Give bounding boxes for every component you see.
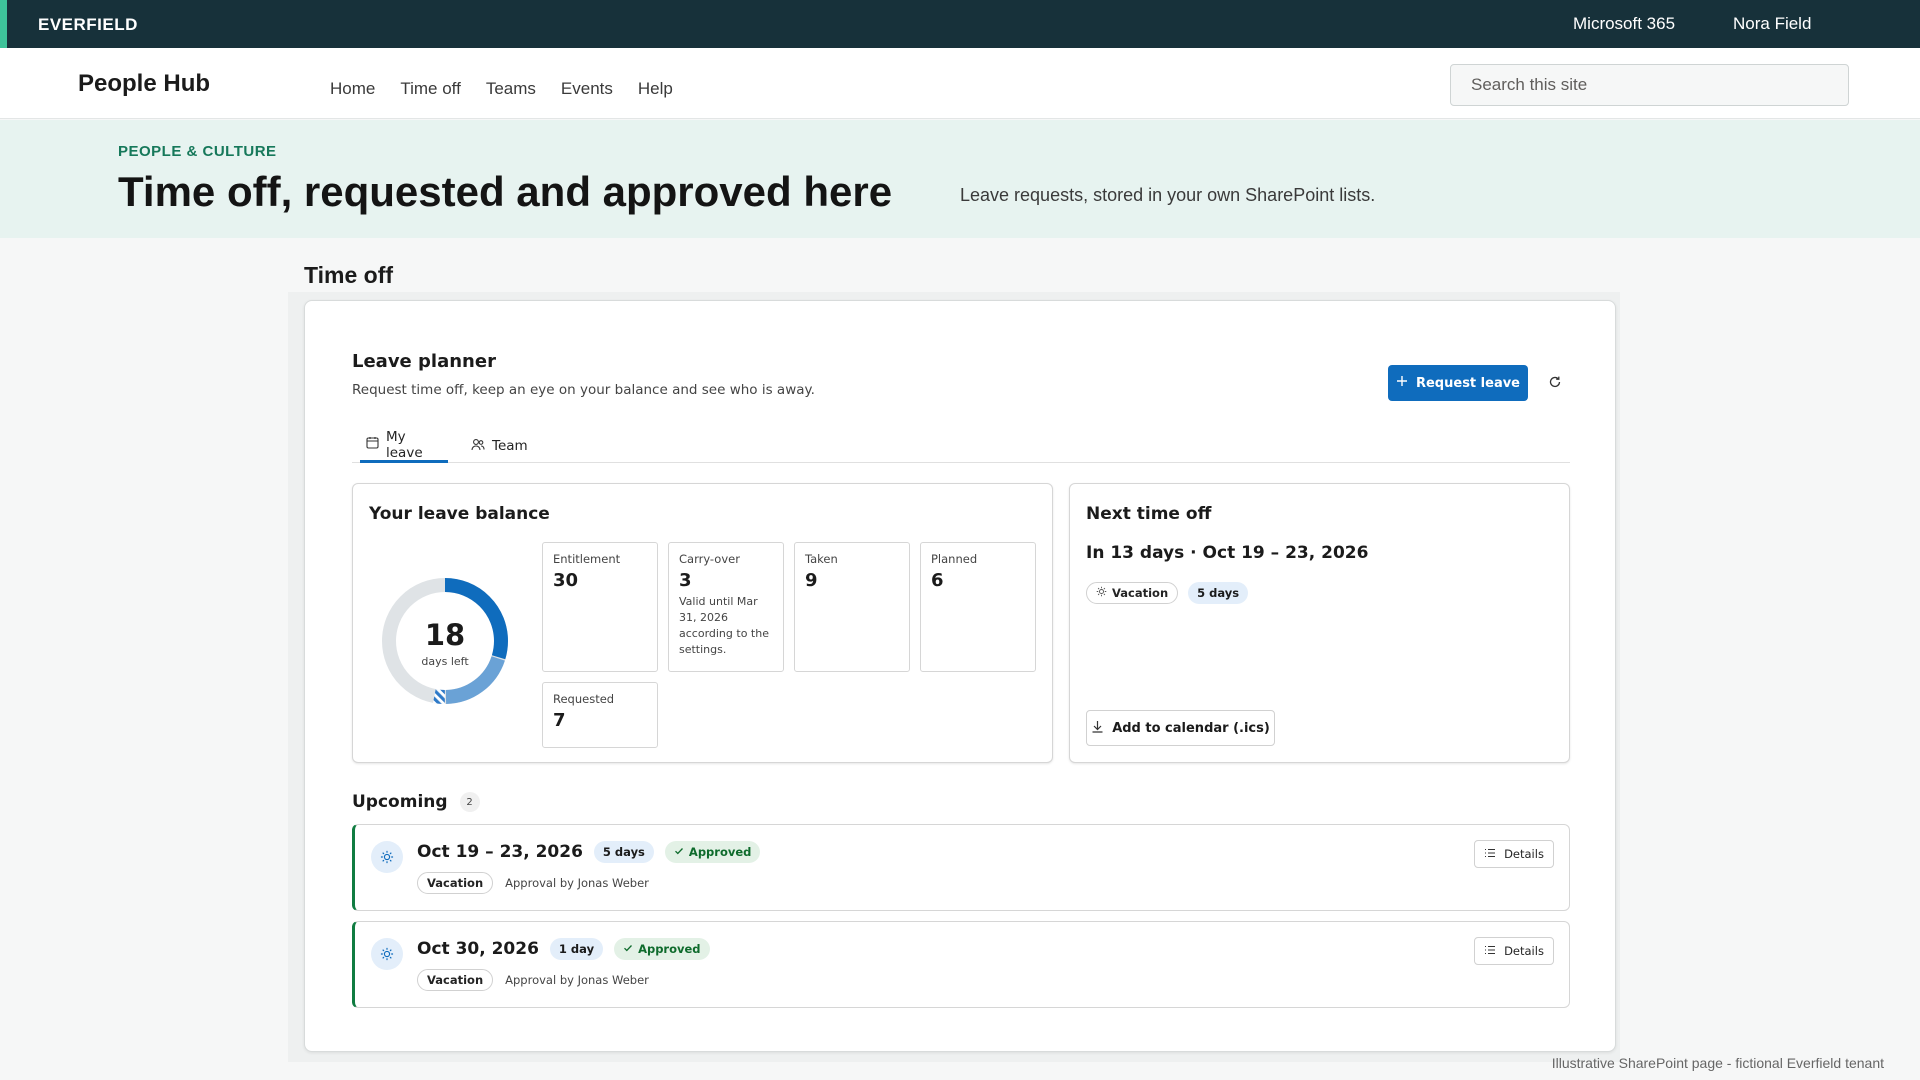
hero-tagline: Leave requests, stored in your own Share…: [960, 185, 1376, 205]
hero-eyebrow: PEOPLE & CULTURE: [118, 143, 277, 160]
hero-headline: Time off, requested and approved here: [118, 168, 893, 215]
duration-chip: 5 days: [1188, 582, 1249, 604]
leave-item-meta: Vacation Approval by Jonas Weber: [417, 872, 649, 894]
people-icon: [471, 438, 485, 455]
stat-entitlement: Entitlement 30: [542, 542, 658, 672]
leave-date: Oct 30, 2026: [417, 939, 539, 959]
details-button[interactable]: Details: [1474, 840, 1554, 868]
leave-type-chip: Vacation: [1086, 582, 1179, 604]
list-icon: [1484, 944, 1496, 958]
sun-icon: [371, 841, 403, 873]
tab-team-label: Team: [492, 438, 528, 454]
leave-item-header: Oct 19 – 23, 2026 5 days Approved: [417, 841, 761, 863]
tab-team[interactable]: Team: [465, 429, 537, 463]
status-badge: Approved: [614, 938, 710, 960]
nav-time-off[interactable]: Time off: [400, 79, 460, 99]
add-to-calendar-label: Add to calendar (.ics): [1112, 720, 1270, 736]
status-badge: Approved: [664, 841, 761, 863]
site-navigation: Home Time off Teams Events Help: [330, 79, 673, 99]
request-leave-button[interactable]: Request leave: [1388, 365, 1528, 401]
search-input[interactable]: [1450, 64, 1849, 106]
tab-my-leave[interactable]: My leave: [360, 429, 448, 463]
leave-item-meta: Vacation Approval by Jonas Weber: [417, 969, 649, 991]
stat-planned: Planned 6: [920, 542, 1036, 672]
leave-date: Oct 19 – 23, 2026: [417, 842, 583, 862]
nav-events[interactable]: Events: [561, 79, 613, 99]
request-leave-label: Request leave: [1415, 375, 1521, 391]
leave-type-chip: Vacation: [417, 872, 494, 894]
refresh-button[interactable]: [1541, 369, 1569, 397]
site-header: People Hub Home Time off Teams Events He…: [0, 48, 1920, 119]
details-label: Details: [1504, 847, 1544, 861]
nav-home[interactable]: Home: [330, 79, 375, 99]
next-time-off-chips: Vacation 5 days: [1086, 582, 1249, 604]
stat-value: 7: [553, 710, 566, 731]
refresh-icon: [1548, 375, 1562, 392]
check-icon: [674, 845, 684, 859]
planner-title: Leave planner: [352, 351, 496, 372]
days-left-label: days left: [421, 655, 469, 668]
leave-balance-card: Your leave balance 18 days left Entitlem…: [352, 483, 1053, 763]
approver-text: Approval by Jonas Weber: [505, 973, 649, 987]
stat-label: Planned: [931, 552, 978, 566]
stat-label: Entitlement: [553, 552, 621, 566]
details-button[interactable]: Details: [1474, 937, 1554, 965]
tab-my-leave-label: My leave: [386, 428, 423, 461]
download-icon: [1091, 720, 1104, 737]
calendar-icon: [366, 436, 379, 453]
planner-subtitle: Request time off, keep an eye on your ba…: [352, 382, 815, 398]
upcoming-leave-item: Oct 30, 2026 1 day Approved Vacation App…: [352, 921, 1570, 1008]
upcoming-leave-item: Oct 19 – 23, 2026 5 days Approved Vacati…: [352, 824, 1570, 911]
site-title[interactable]: People Hub: [78, 70, 210, 98]
details-label: Details: [1504, 944, 1544, 958]
planner-tabs: My leave Team: [352, 429, 1570, 463]
leave-item-header: Oct 30, 2026 1 day Approved: [417, 938, 710, 960]
stat-value: 30: [553, 570, 579, 591]
upcoming-count-badge: 2: [459, 792, 480, 812]
status-label: Approved: [688, 845, 752, 859]
sun-icon: [1096, 586, 1107, 600]
next-time-off-when: In 13 days · Oct 19 – 23, 2026: [1086, 543, 1369, 563]
footer-note: Illustrative SharePoint page - fictional…: [1551, 1055, 1884, 1071]
nav-teams[interactable]: Teams: [486, 79, 536, 99]
duration-chip: 5 days: [593, 841, 654, 863]
sun-icon: [371, 938, 403, 970]
carry-over-note: Valid until Mar 31, 2026 according to th…: [679, 595, 769, 656]
leave-type-label: Vacation: [1112, 586, 1169, 600]
microsoft-365-link[interactable]: Microsoft 365: [1573, 14, 1675, 34]
stat-label: Carry-over: [679, 552, 740, 566]
stat-taken: Taken 9: [794, 542, 910, 672]
leave-planner-webpart: Leave planner Request time off, keep an …: [304, 300, 1616, 1052]
brand-logo[interactable]: EVERFIELD: [38, 15, 138, 35]
suite-bar: EVERFIELD Microsoft 365 Nora Field: [0, 0, 1920, 48]
check-icon: [623, 942, 633, 956]
stat-carry-over: Carry-over 3 Valid until Mar 31, 2026 ac…: [668, 542, 784, 672]
list-icon: [1484, 847, 1496, 861]
user-account[interactable]: Nora Field: [1733, 14, 1811, 34]
leave-type-chip: Vacation: [417, 969, 494, 991]
suite-bar-accent: [0, 0, 7, 48]
next-time-off-title: Next time off: [1086, 504, 1212, 524]
upcoming-header: Upcoming 2: [352, 792, 480, 812]
balance-title: Your leave balance: [369, 504, 550, 524]
hero-banner: PEOPLE & CULTURE Time off, requested and…: [0, 120, 1920, 238]
approver-text: Approval by Jonas Weber: [505, 876, 649, 890]
plus-icon: [1396, 375, 1408, 391]
stat-requested: Requested 7: [542, 682, 658, 748]
nav-help[interactable]: Help: [638, 79, 673, 99]
status-label: Approved: [638, 942, 701, 956]
stat-value: 6: [931, 570, 944, 591]
stat-label: Taken: [805, 552, 838, 566]
add-to-calendar-button[interactable]: Add to calendar (.ics): [1086, 710, 1275, 746]
next-time-off-card: Next time off In 13 days · Oct 19 – 23, …: [1069, 483, 1570, 763]
section-title: Time off: [304, 262, 394, 288]
upcoming-title: Upcoming: [352, 792, 448, 812]
stat-label: Requested: [553, 692, 615, 706]
duration-chip: 1 day: [549, 938, 604, 960]
days-left-value: 18: [424, 618, 466, 652]
stat-value: 3: [679, 570, 692, 591]
stat-value: 9: [805, 570, 818, 591]
